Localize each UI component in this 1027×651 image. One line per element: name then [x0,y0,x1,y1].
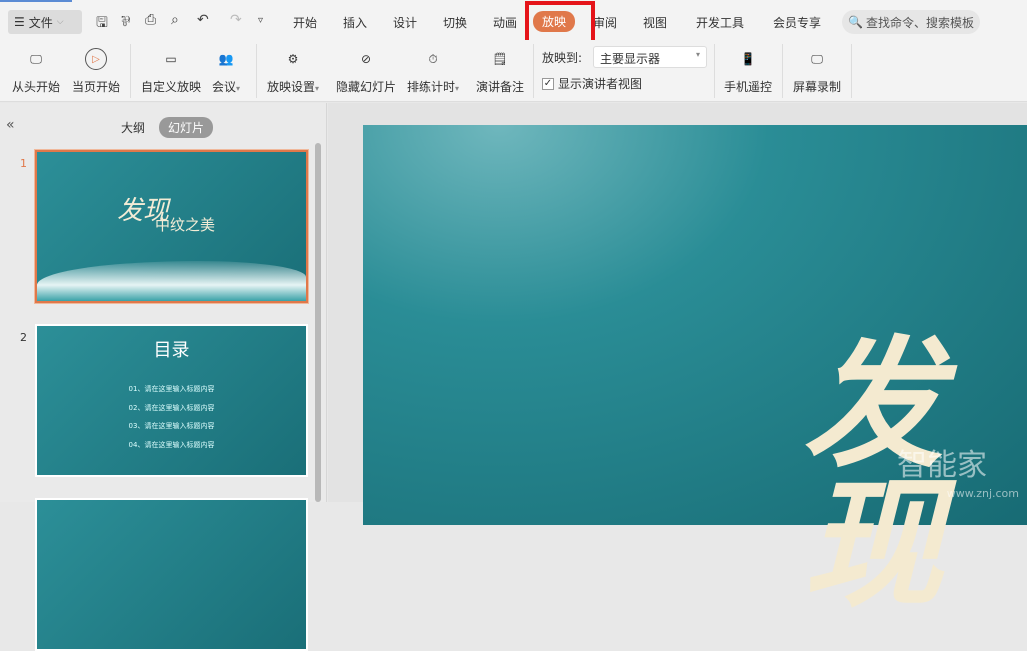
tab-developer[interactable]: 开发工具 [696,14,744,31]
collapse-panel-icon[interactable]: « [6,117,15,133]
divider [256,44,257,98]
save-icon[interactable]: 🖫 [96,12,108,36]
hide-slide-button[interactable]: ⊘ 隐藏幻灯片 [336,46,396,95]
meeting-icon: 👥 [218,52,234,66]
tab-view[interactable]: 视图 [643,14,667,31]
monitor-select[interactable]: 主要显示器 ▾ [593,46,707,68]
divider [782,44,783,98]
customize-chevron-icon[interactable]: ▿ [258,15,263,26]
tab-insert[interactable]: 插入 [343,14,367,31]
active-indicator [0,0,72,2]
slide-number: 1 [20,157,27,170]
print-preview-icon[interactable]: ⌕ [171,12,179,28]
divider [533,44,534,98]
tab-design[interactable]: 设计 [393,14,417,31]
presenter-view-checkbox[interactable]: ✓ 显示演讲者视图 [542,75,642,92]
hide-slide-icon: ⊘ [360,52,372,66]
toc-list: 01、请在这里输入标题内容 02、请在这里输入标题内容 03、请在这里输入标题内… [37,380,306,454]
divider [130,44,131,98]
undo-icon[interactable]: ↶ [197,12,209,28]
slide-panel: « 大纲 幻灯片 1 发现 中纹之美 2 目录 01、请在这里输入标题内容 02… [0,103,327,651]
toc-item: 03、请在这里输入标题内容 [128,422,215,430]
file-menu-button[interactable]: ☰ 文件 ⌵ [8,10,82,34]
settings-icon: ⚙ [287,52,299,66]
screen-record-icon: 🖵 [811,51,823,66]
custom-show-button[interactable]: ▭ 自定义放映 [141,46,201,95]
tab-animation[interactable]: 动画 [493,14,517,31]
slide-number: 2 [20,331,27,344]
rehearse-timing-button[interactable]: ⏱ 排练计时▾ [407,46,459,95]
search-icon: 🔍 [848,15,863,29]
search-input[interactable]: 🔍 查找命令、搜索模板 [842,10,980,34]
slide-title: 目录 [153,340,190,361]
watermark-logo: 智能家 [897,448,987,483]
toc-item: 04、请在这里输入标题内容 [128,440,215,449]
tab-start[interactable]: 开始 [293,14,317,31]
watermark-url: www.znj.com [946,487,1019,500]
tab-member[interactable]: 会员专享 [773,14,821,31]
print-icon[interactable]: ⎙ [145,12,156,28]
custom-show-icon: ▭ [165,52,177,66]
tab-slides[interactable]: 幻灯片 [159,117,214,138]
show-settings-button[interactable]: ⚙ 放映设置▾ [267,46,319,95]
tab-transition[interactable]: 切换 [443,14,467,31]
from-start-button[interactable]: 🖵 从头开始 [12,46,60,95]
divider [851,44,852,98]
tab-outline[interactable]: 大纲 [121,119,145,136]
slide-thumbnail-1[interactable]: 发现 中纹之美 [34,149,309,304]
toc-item: 01、请在这里输入标题内容 [128,385,215,393]
play-icon: ▷ [72,46,120,72]
projector-icon: 🖵 [30,51,42,66]
phone-icon: 📱 [740,52,756,66]
title-bar: ☰ 文件 ⌵ 🖫 ⅌ ⎙ ⌕ ↶ ↷ ▿ 开始 插入 设计 切换 动画 放映 审阅 … [0,0,1027,40]
divider [714,44,715,98]
menu-icon: ☰ [14,15,25,29]
slide-editor: 发现 智能家 www.znj.com [328,103,1027,615]
phone-remote-button[interactable]: 📱 手机遥控 [724,46,772,95]
slide-thumbnail-3[interactable] [35,498,308,651]
toc-item: 02、请在这里输入标题内容 [128,403,215,412]
meeting-button[interactable]: 👥 会议▾ [212,46,240,95]
from-current-button[interactable]: ▷ 当页开始 [72,46,120,95]
redo-icon[interactable]: ↷ [230,12,242,28]
screen-record-button[interactable]: 🖵 屏幕录制 [793,46,841,95]
checkbox-checked-icon: ✓ [542,77,554,90]
ribbon: 🖵 从头开始 ▷ 当页开始 ▭ 自定义放映 👥 会议▾ ⚙ 放映设置▾ ⊘ 隐藏幻灯片 ⏱ 排… [0,40,1027,102]
stopwatch-icon: ⏱ [428,51,438,66]
cloud-wave-decoration [37,261,306,301]
tab-review[interactable]: 审阅 [593,14,617,31]
slide-subtitle: 中纹之美 [155,216,216,234]
format-painter-icon[interactable]: ⅌ [121,12,130,31]
panel-scrollbar[interactable] [315,143,321,502]
notes-icon: 🗒 [492,52,508,66]
chevron-down-icon: ▾ [695,50,700,59]
slide-thumbnail-2[interactable]: 目录 01、请在这里输入标题内容 02、请在这里输入标题内容 03、请在这里输入… [35,324,308,477]
chevron-down-icon: ⌵ [56,17,64,27]
show-to-label: 放映到: [542,51,583,65]
speaker-notes-button[interactable]: 🗒 演讲备注 [476,46,524,95]
